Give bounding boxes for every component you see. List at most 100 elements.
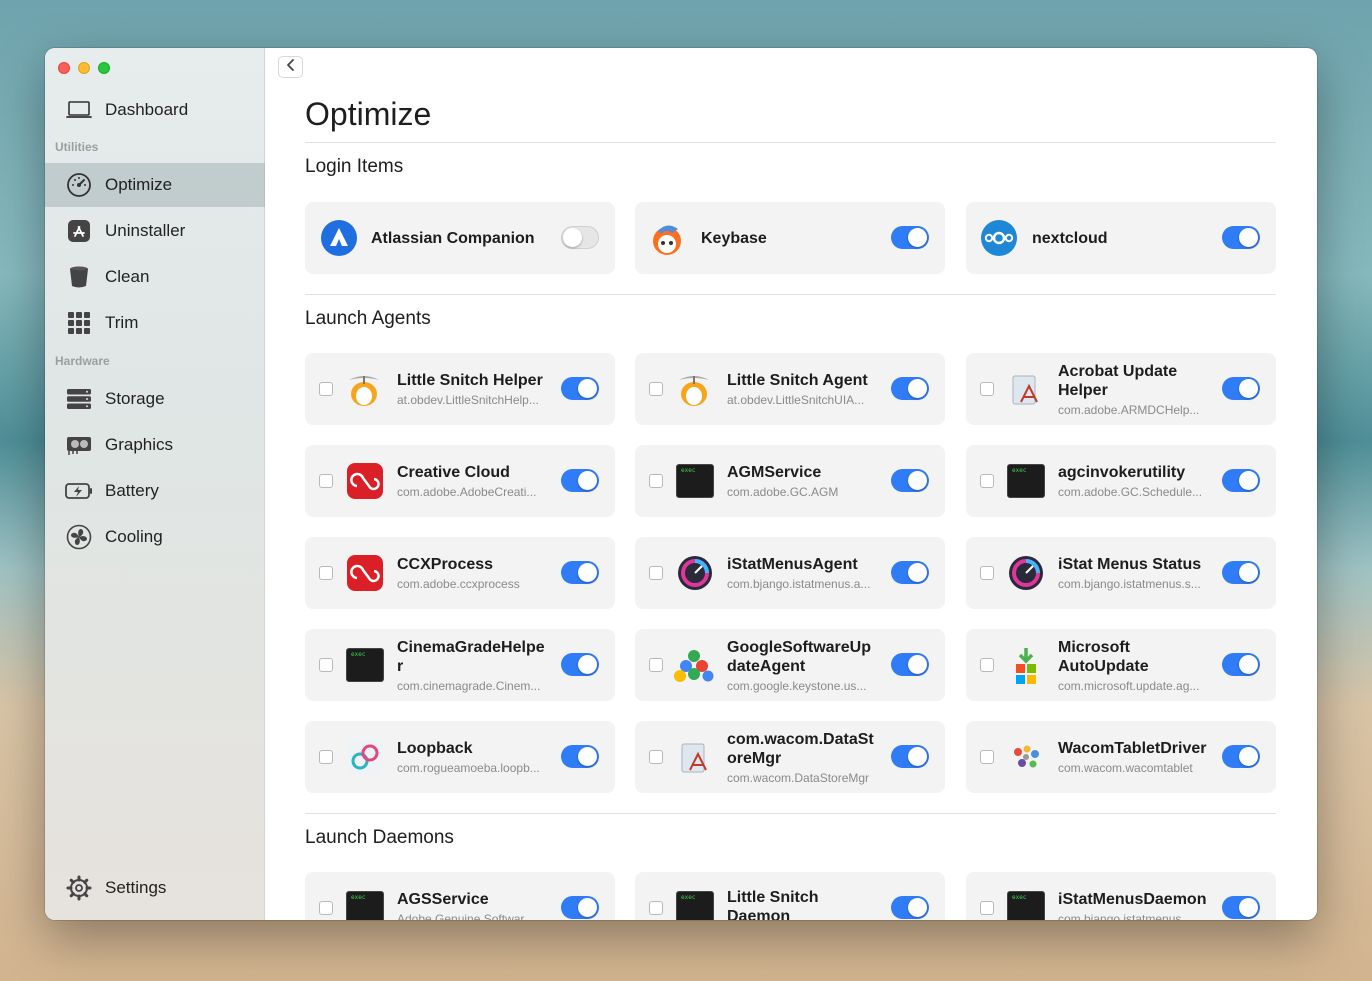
launch-agent-checkbox[interactable]: [649, 750, 663, 764]
sidebar-item-uninstaller[interactable]: Uninstaller: [45, 209, 265, 253]
app-window: Dashboard Utilities Optimize Uninstaller…: [45, 48, 1317, 920]
keybase-icon: [648, 219, 686, 257]
launch-agent-name: iStat Menus Status: [1058, 556, 1202, 573]
launch-agent-name: Little Snitch Helper: [397, 372, 543, 389]
launch-agent-toggle[interactable]: [1222, 377, 1260, 400]
terminal-icon: [1007, 891, 1045, 920]
launch-agent-toggle[interactable]: [561, 377, 599, 400]
launch-agent-id: com.wacom.DataStoreMgr: [727, 770, 870, 785]
launch-agent-name: GoogleSoftwareUpdateAgent: [727, 638, 872, 675]
sidebar-item-label: Cooling: [105, 527, 163, 546]
sidebar-item-cooling[interactable]: Cooling: [45, 515, 265, 559]
zoom-window-button[interactable]: [98, 62, 110, 74]
launch-daemon-checkbox[interactable]: [980, 901, 994, 915]
sidebar-item-trim[interactable]: Trim: [45, 301, 265, 345]
launch-agent-toggle[interactable]: [891, 653, 929, 676]
launch-agent-name: com.wacom.DataStoreMgr: [727, 730, 874, 767]
google-software-update-icon: [674, 646, 714, 684]
launch-daemon-checkbox[interactable]: [649, 901, 663, 915]
launch-agent-checkbox[interactable]: [980, 382, 994, 396]
launch-agent-toggle[interactable]: [1222, 653, 1260, 676]
close-window-button[interactable]: [58, 62, 70, 74]
launch-agent-id: com.microsoft.update.ag...: [1058, 678, 1200, 693]
launch-daemon-toggle[interactable]: [891, 896, 929, 919]
sidebar-item-battery[interactable]: Battery: [45, 469, 265, 513]
little-snitch-icon: [345, 370, 383, 408]
sidebar-item-label: Storage: [105, 389, 165, 408]
launch-agent-checkbox[interactable]: [319, 750, 333, 764]
launch-agent-checkbox[interactable]: [980, 658, 994, 672]
launch-agent-card: Creative Cloud com.adobe.AdobeCreati...: [305, 445, 615, 517]
terminal-icon: [346, 891, 384, 920]
launch-agent-name: WacomTabletDriver: [1058, 740, 1207, 757]
battery-icon: [65, 477, 93, 505]
launch-agent-checkbox[interactable]: [649, 658, 663, 672]
sidebar-item-label: Trim: [105, 313, 139, 332]
launch-agent-card: Acrobat Update Helper com.adobe.ARMDCHel…: [966, 353, 1276, 425]
launch-agent-name: Loopback: [397, 740, 473, 757]
login-item-card: Keybase: [635, 202, 945, 274]
launch-agent-checkbox[interactable]: [649, 566, 663, 580]
launch-daemon-id: com.bjango.istatmenus...: [1058, 912, 1192, 920]
launch-agent-card: GoogleSoftwareUpdateAgent com.google.key…: [635, 629, 945, 701]
launch-agent-toggle[interactable]: [1222, 469, 1260, 492]
laptop-icon: [65, 96, 93, 124]
launch-agent-toggle[interactable]: [891, 377, 929, 400]
back-button[interactable]: [278, 56, 303, 78]
login-item-toggle[interactable]: [561, 226, 599, 249]
sidebar-item-optimize[interactable]: Optimize: [45, 163, 265, 207]
launch-agent-checkbox[interactable]: [649, 382, 663, 396]
launch-agent-id: com.google.keystone.us...: [727, 678, 867, 693]
launch-agent-checkbox[interactable]: [980, 566, 994, 580]
chevron-left-icon: [286, 58, 296, 77]
launch-agent-toggle[interactable]: [1222, 561, 1260, 584]
launch-agent-checkbox[interactable]: [319, 566, 333, 580]
launch-agent-name: iStatMenusAgent: [727, 556, 858, 573]
launch-agent-checkbox[interactable]: [319, 658, 333, 672]
launch-agent-checkbox[interactable]: [649, 474, 663, 488]
launch-agent-card: iStat Menus Status com.bjango.istatmenus…: [966, 537, 1276, 609]
sidebar-item-clean[interactable]: Clean: [45, 255, 265, 299]
minimize-window-button[interactable]: [78, 62, 90, 74]
launch-agent-toggle[interactable]: [891, 561, 929, 584]
launch-agent-checkbox[interactable]: [319, 474, 333, 488]
sidebar-item-label: Graphics: [105, 435, 174, 454]
sidebar-item-graphics[interactable]: Graphics: [45, 423, 265, 467]
launch-agent-toggle[interactable]: [1222, 745, 1260, 768]
launch-agent-id: com.cinemagrade.Cinem...: [397, 678, 541, 693]
launch-daemon-toggle[interactable]: [561, 896, 599, 919]
login-item-toggle[interactable]: [1222, 226, 1260, 249]
terminal-icon: [1007, 464, 1045, 498]
launch-agent-toggle[interactable]: [561, 745, 599, 768]
launch-daemon-checkbox[interactable]: [319, 901, 333, 915]
launch-agent-card: agcinvokerutility com.adobe.GC.Schedule.…: [966, 445, 1276, 517]
loopback-icon: [346, 738, 384, 776]
launch-agent-toggle[interactable]: [561, 469, 599, 492]
launch-daemon-name: Little Snitch Daemon: [727, 888, 819, 921]
login-item-toggle[interactable]: [891, 226, 929, 249]
launch-agent-card: Microsoft AutoUpdate com.microsoft.updat…: [966, 629, 1276, 701]
launch-agent-checkbox[interactable]: [980, 474, 994, 488]
launch-agent-checkbox[interactable]: [319, 382, 333, 396]
trash-bin-icon: [65, 263, 93, 291]
sidebar-item-settings[interactable]: Settings: [45, 866, 265, 910]
sidebar-item-dashboard[interactable]: Dashboard: [45, 88, 265, 132]
launch-daemon-toggle[interactable]: [1222, 896, 1260, 919]
launch-agent-id: com.rogueamoeba.loopb...: [397, 761, 540, 775]
launch-agent-toggle[interactable]: [891, 469, 929, 492]
launch-agent-card: Little Snitch Helper at.obdev.LittleSnit…: [305, 353, 615, 425]
launch-agent-toggle[interactable]: [891, 745, 929, 768]
creative-cloud-icon: [346, 462, 384, 500]
sidebar-item-storage[interactable]: Storage: [45, 377, 265, 421]
launch-agent-toggle[interactable]: [561, 653, 599, 676]
section-title-login-items: Login Items: [305, 156, 404, 177]
launch-agent-toggle[interactable]: [561, 561, 599, 584]
launch-agent-name: Microsoft AutoUpdate: [1058, 638, 1149, 675]
section-title-launch-agents: Launch Agents: [305, 308, 431, 329]
sidebar-item-label: Optimize: [105, 175, 173, 194]
creative-cloud-icon: [346, 554, 384, 592]
login-item-card: nextcloud: [966, 202, 1276, 274]
launch-agent-checkbox[interactable]: [980, 750, 994, 764]
launch-agent-card: CinemaGradeHelper com.cinemagrade.Cinem.…: [305, 629, 615, 701]
atlassian-companion-icon: [320, 219, 358, 257]
